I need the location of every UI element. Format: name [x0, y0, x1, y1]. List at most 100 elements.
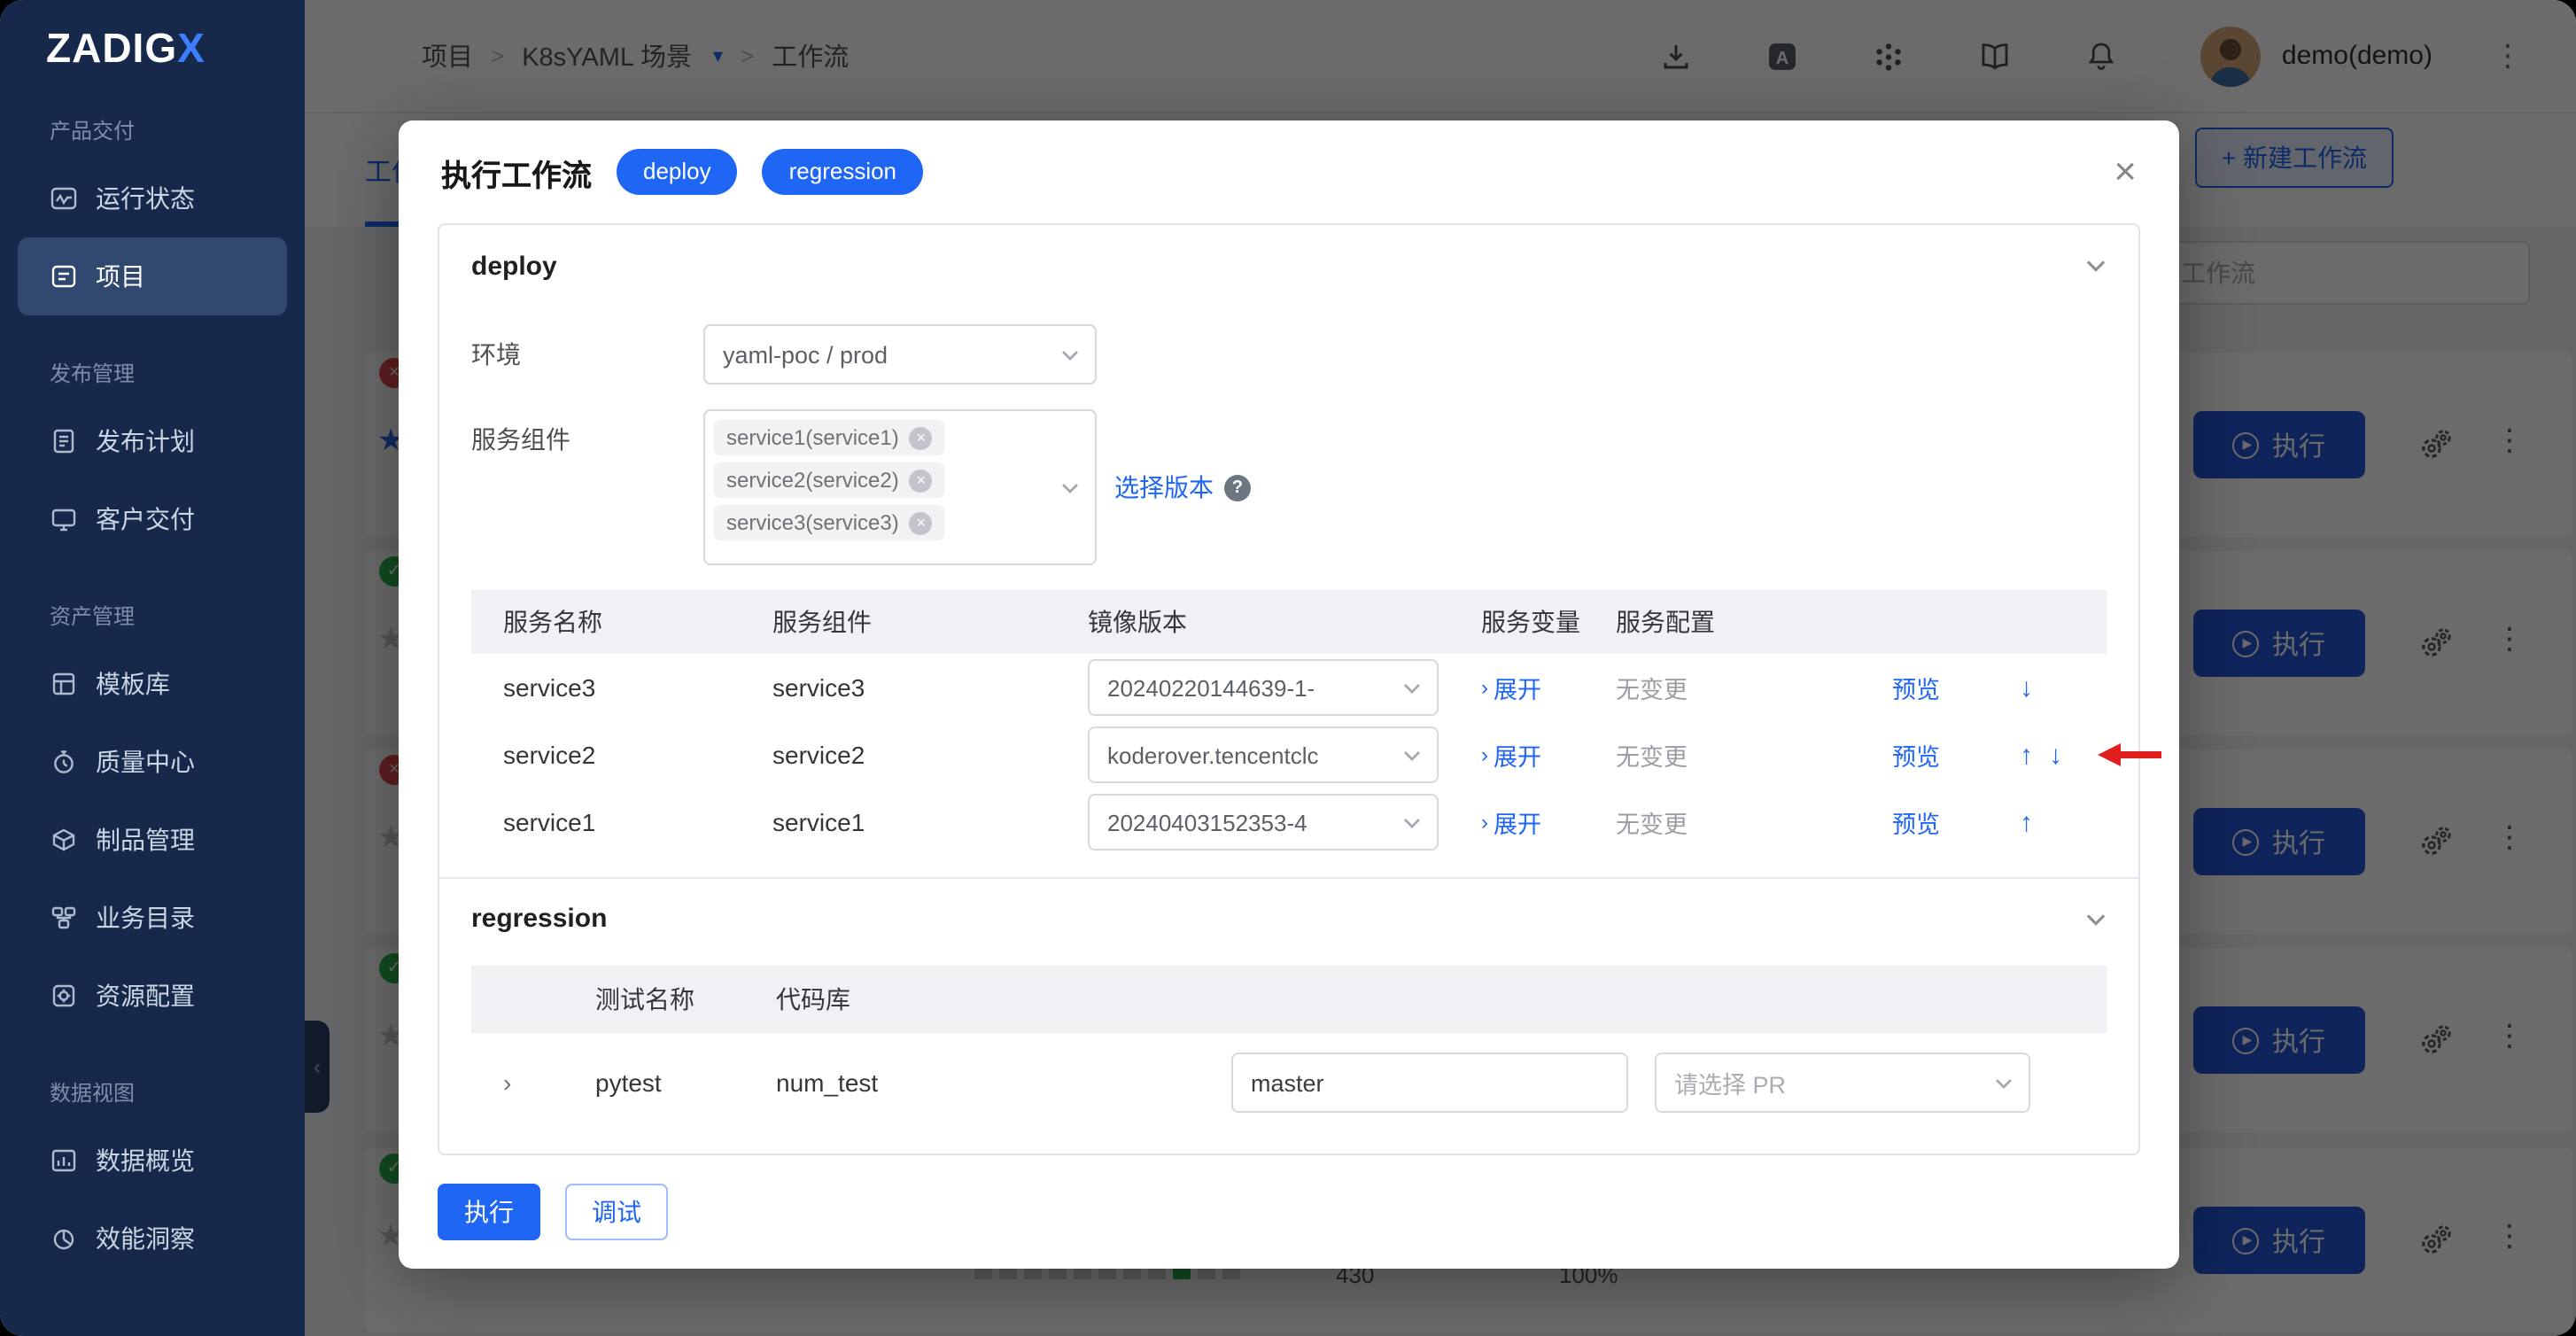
test-name: pytest: [595, 1068, 776, 1097]
remove-tag-icon[interactable]: ×: [910, 469, 933, 492]
col-service-config: 服务配置: [1616, 604, 1892, 640]
col-repo: 代码库: [776, 982, 1231, 1017]
sidebar-item-label: 模板库: [96, 666, 170, 702]
service-component: service3: [772, 673, 1088, 702]
sidebar-item-label: 项目: [96, 259, 145, 294]
chevron-down-icon: [2085, 912, 2107, 926]
image-version-select[interactable]: 20240220144639-1-: [1088, 659, 1439, 716]
expand-vars-link[interactable]: ›展开: [1481, 804, 1616, 840]
sidebar-item-business-catalog[interactable]: 业务目录: [18, 879, 287, 957]
collapse-header-regression[interactable]: regression: [439, 877, 2138, 959]
sidebar-group-release-management: 发布管理: [50, 358, 305, 388]
env-select[interactable]: yaml-poc / prod: [703, 324, 1097, 384]
sidebar: ZADIGX 产品交付 运行状态 项目 发布管理 发布计划 客户交付 资产管理: [0, 0, 305, 1336]
preview-link[interactable]: 预览: [1892, 804, 2020, 840]
chevron-down-icon: [1061, 482, 1079, 494]
template-icon: [50, 670, 78, 698]
service-name: service2: [503, 741, 772, 769]
sidebar-item-label: 质量中心: [96, 744, 195, 780]
help-icon[interactable]: ?: [1224, 474, 1251, 501]
sidebar-item-projects[interactable]: 项目: [18, 237, 287, 315]
stage-badge-regression: regression: [763, 149, 923, 195]
service-tag: service2(service2)×: [714, 462, 945, 498]
col-image-version: 镜像版本: [1088, 604, 1481, 640]
move-down-icon[interactable]: ↓: [2020, 672, 2033, 703]
collapse-header-deploy[interactable]: deploy: [439, 225, 2138, 307]
expand-vars-link[interactable]: ›展开: [1481, 737, 1616, 773]
monitor-icon: [50, 505, 78, 533]
chevron-down-icon: [1403, 750, 1421, 762]
pulse-icon: [50, 184, 78, 213]
service-tag: service1(service1)×: [714, 420, 945, 455]
services-multiselect[interactable]: service1(service1)× service2(service2)× …: [703, 409, 1097, 565]
project-icon: [50, 262, 78, 291]
test-row-pytest: › pytest num_test 请选择 PR: [471, 1033, 2107, 1132]
app-logo[interactable]: ZADIGX: [0, 25, 305, 73]
pie-chart-icon: [50, 1224, 78, 1253]
sidebar-item-resource-config[interactable]: 资源配置: [18, 957, 287, 1035]
annotation-arrow: [2096, 741, 2163, 769]
service-name: service3: [503, 673, 772, 702]
sidebar-item-template-library[interactable]: 模板库: [18, 645, 287, 723]
debug-button[interactable]: 调试: [565, 1184, 668, 1240]
sidebar-item-data-overview[interactable]: 数据概览: [18, 1122, 287, 1200]
regression-section-body: 测试名称 代码库 › pytest num_test 请选择 PR: [439, 966, 2138, 1153]
env-field-row: 环境 yaml-poc / prod: [471, 324, 2107, 384]
expand-vars-link[interactable]: ›展开: [1481, 670, 1616, 705]
dialog-header: 执行工作流 deploy regression ×: [399, 120, 2179, 213]
chevron-down-icon: [1995, 1077, 2013, 1090]
chevron-down-icon: [1403, 682, 1421, 695]
service-row-service1: service1 service1 20240403152353-4 ›展开 无…: [471, 788, 2107, 856]
remove-tag-icon[interactable]: ×: [910, 426, 933, 449]
sidebar-group-asset-management: 资产管理: [50, 601, 305, 631]
plan-icon: [50, 427, 78, 455]
move-up-icon[interactable]: ↑: [2020, 807, 2033, 837]
services-field-row: 服务组件 service1(service1)× service2(servic…: [471, 409, 2107, 565]
chevron-down-icon: [1403, 817, 1421, 829]
expand-row-icon[interactable]: ›: [503, 1068, 595, 1097]
sidebar-item-running-status[interactable]: 运行状态: [18, 159, 287, 237]
env-label: 环境: [471, 324, 703, 384]
sidebar-item-label: 业务目录: [96, 900, 195, 936]
col-test-name: 测试名称: [595, 982, 776, 1017]
col-service-vars: 服务变量: [1481, 604, 1616, 640]
dialog-body: deploy 环境 yaml-poc / prod 服务组件: [399, 213, 2179, 1159]
col-service-component: 服务组件: [772, 604, 1088, 640]
reorder-cell: ↑: [2020, 807, 2107, 837]
no-change-label: 无变更: [1616, 737, 1892, 773]
deploy-section-body: 环境 yaml-poc / prod 服务组件 service1(service…: [439, 307, 2138, 877]
sidebar-group-product-delivery: 产品交付: [50, 115, 305, 145]
col-service-name: 服务名称: [503, 604, 772, 640]
services-table-header: 服务名称 服务组件 镜像版本 服务变量 服务配置: [471, 590, 2107, 654]
preview-link[interactable]: 预览: [1892, 737, 2020, 773]
repo-name: num_test: [776, 1068, 1231, 1097]
service-row-service2: service2 service2 koderover.tencentclc ›…: [471, 721, 2107, 788]
move-down-icon[interactable]: ↓: [2049, 740, 2062, 770]
screen: ZADIGX 产品交付 运行状态 项目 发布管理 发布计划 客户交付 资产管理: [0, 0, 2576, 1336]
stage-badge-deploy: deploy: [617, 149, 738, 195]
image-version-select[interactable]: koderover.tencentclc: [1088, 726, 1439, 783]
service-row-service3: service3 service3 20240220144639-1- ›展开 …: [471, 654, 2107, 721]
branch-input[interactable]: [1231, 1052, 1628, 1113]
sidebar-item-customer-delivery[interactable]: 客户交付: [18, 480, 287, 558]
move-up-icon[interactable]: ↑: [2020, 740, 2033, 770]
sidebar-item-label: 发布计划: [96, 423, 195, 459]
choose-version-link[interactable]: 选择版本 ?: [1114, 470, 1251, 505]
run-button[interactable]: 执行: [438, 1184, 540, 1240]
sidebar-item-label: 资源配置: [96, 978, 195, 1014]
sidebar-item-quality-center[interactable]: 质量中心: [18, 723, 287, 801]
sidebar-item-performance-insight[interactable]: 效能洞察: [18, 1200, 287, 1278]
sidebar-item-release-plan[interactable]: 发布计划: [18, 402, 287, 480]
remove-tag-icon[interactable]: ×: [910, 511, 933, 534]
bar-chart-icon: [50, 1146, 78, 1175]
preview-link[interactable]: 预览: [1892, 670, 2020, 705]
gear-box-icon: [50, 982, 78, 1010]
no-change-label: 无变更: [1616, 804, 1892, 840]
flow-icon: [50, 904, 78, 932]
service-component: service2: [772, 741, 1088, 769]
chevron-down-icon: [1061, 349, 1079, 361]
close-icon[interactable]: ×: [2114, 152, 2137, 191]
image-version-select[interactable]: 20240403152353-4: [1088, 794, 1439, 851]
sidebar-item-artifact-management[interactable]: 制品管理: [18, 801, 287, 879]
pr-select[interactable]: 请选择 PR: [1655, 1052, 2030, 1113]
